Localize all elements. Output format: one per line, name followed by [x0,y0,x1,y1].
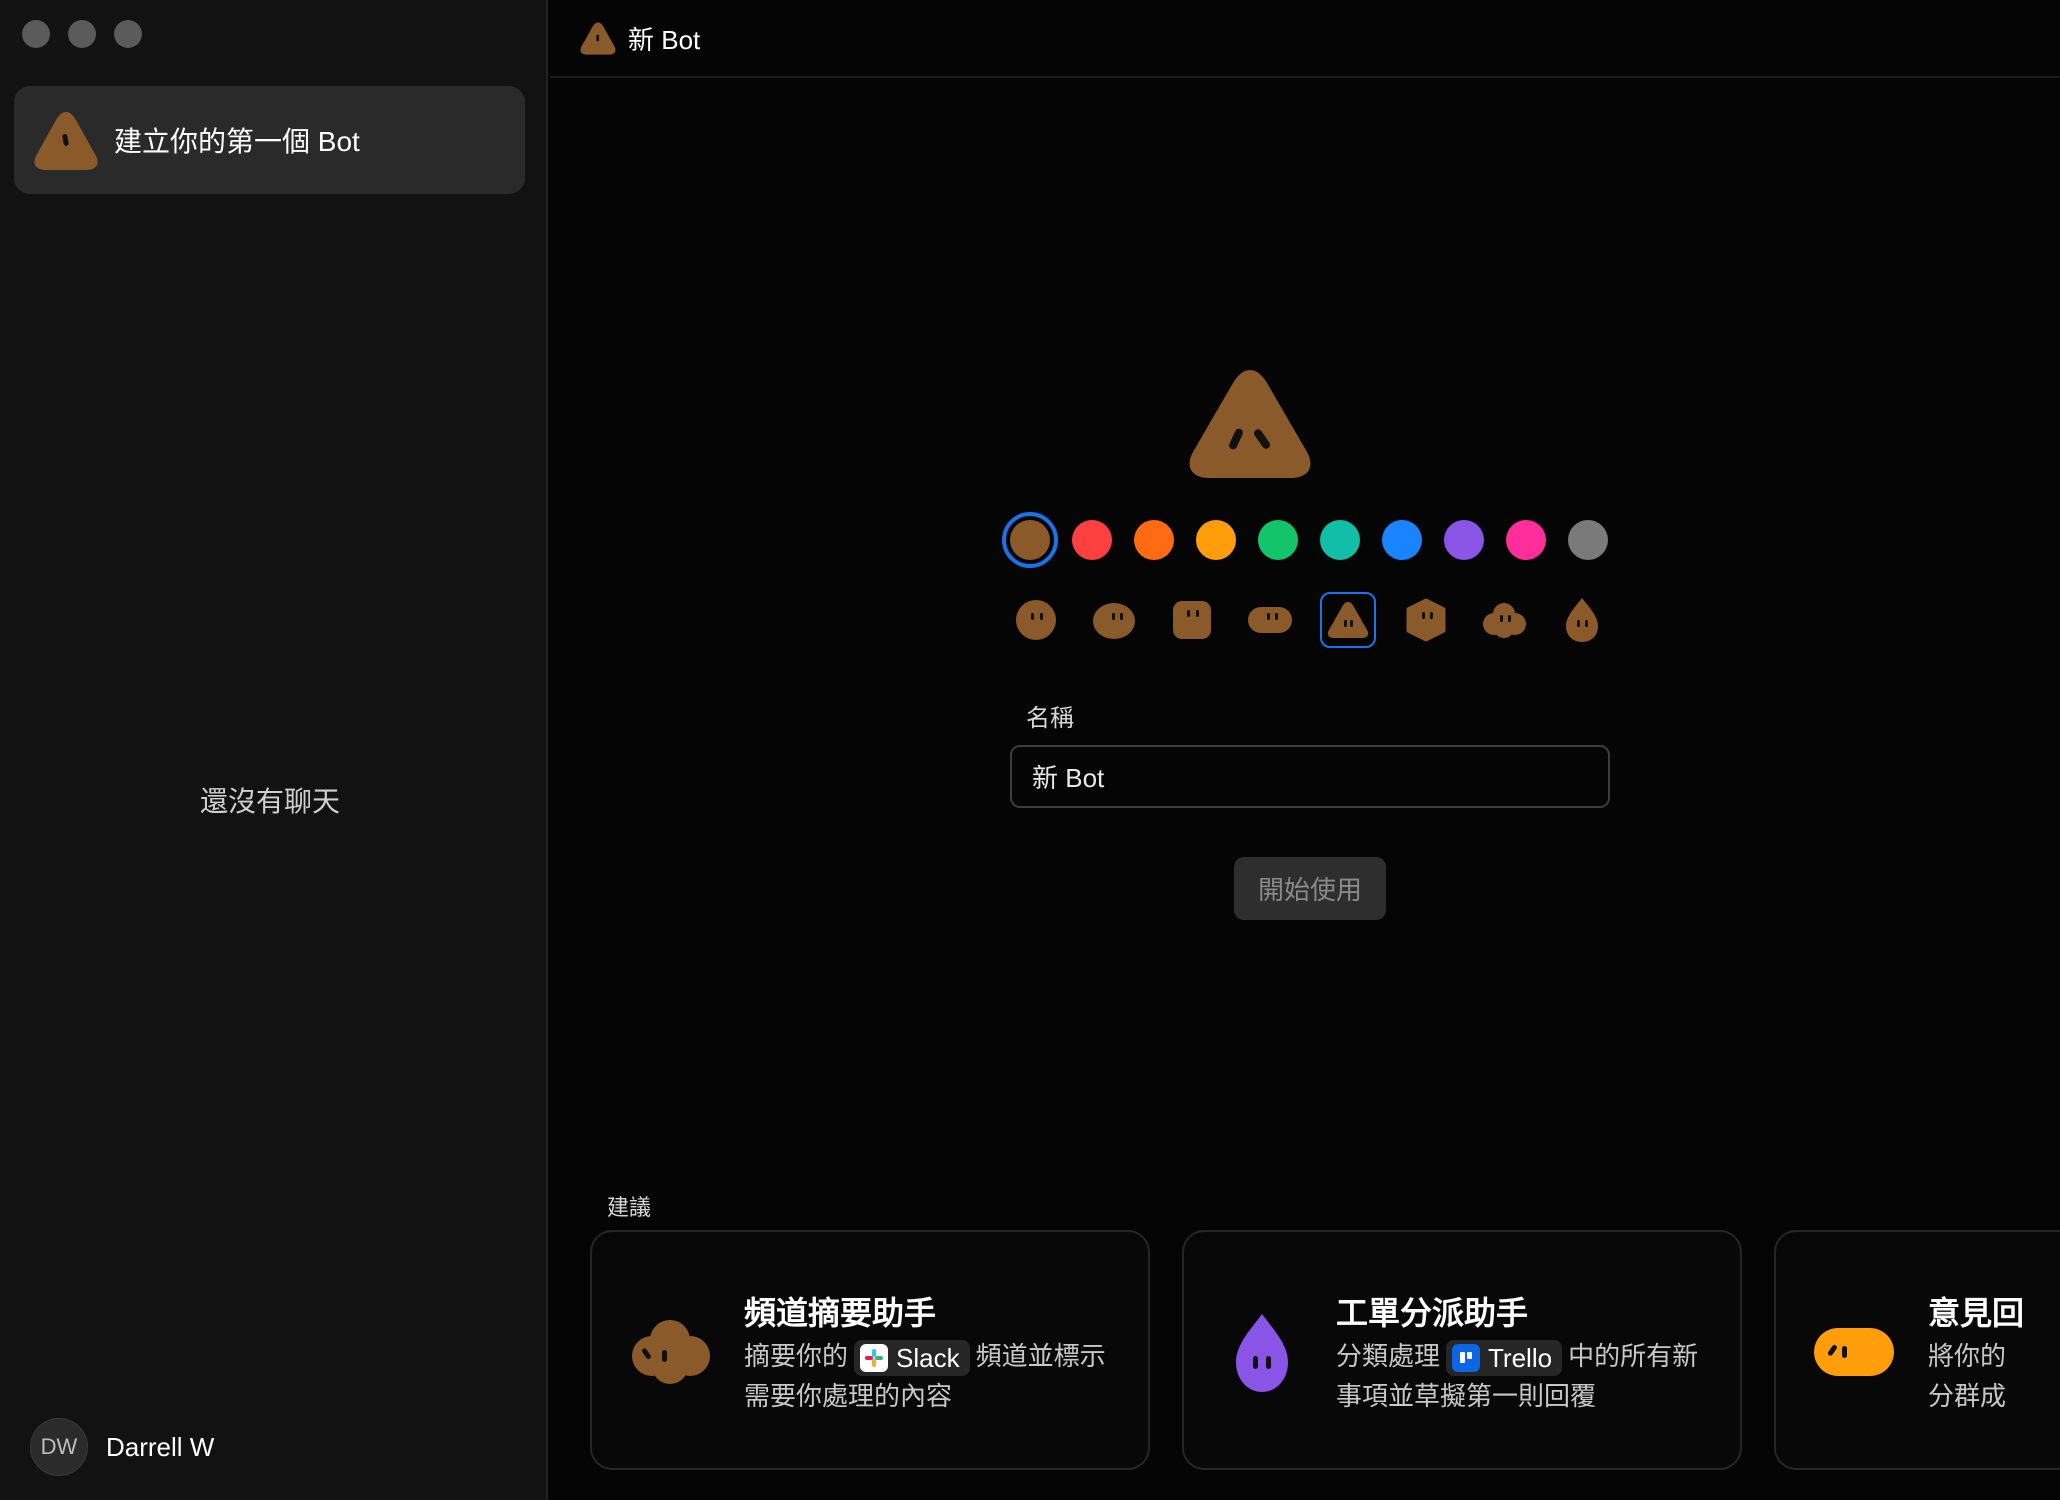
card-desc-start: 將你的 [1928,1341,2007,1371]
color-swatch-gray[interactable] [1560,512,1616,568]
color-dot [1506,520,1546,560]
shape-triangle-option[interactable] [1320,592,1376,648]
shape-pill-option[interactable] [1242,592,1298,648]
avatar: DW [30,1418,88,1476]
card-description: 分類處理 Trello 中的所有新事項並草擬第一則回覆 [1336,1336,1716,1416]
card-description: 將你的 分群成 [1928,1336,2060,1416]
color-picker [1002,512,1616,568]
shape-square-option[interactable] [1164,592,1220,648]
color-dot [1196,520,1236,560]
shape-circle-option[interactable] [1008,592,1064,648]
sidebar: 建立你的第一個 Bot 還沒有聊天 DW Darrell W [0,0,548,1500]
slack-pill: Slack [854,1340,970,1377]
color-dot [1568,520,1608,560]
trello-pill: Trello [1446,1340,1563,1377]
pill-bot-icon [1248,607,1292,633]
color-swatch-amber[interactable] [1188,512,1244,568]
triangle-bot-icon [580,22,616,55]
user-name: Darrell W [106,1431,215,1462]
color-dot [1072,520,1112,560]
color-dot [1134,520,1174,560]
create-first-bot-item[interactable]: 建立你的第一個 Bot [14,86,525,194]
start-button[interactable]: 開始使用 [1234,857,1386,920]
chat-item-label: 建立你的第一個 Bot [114,126,360,157]
color-swatch-green[interactable] [1250,512,1306,568]
window-controls [22,20,142,48]
header: 新 Bot [550,0,2060,78]
empty-chats-text: 還沒有聊天 [199,786,340,817]
suggestion-card-ticket-triage[interactable]: 工單分派助手 分類處理 Trello 中的所有新事項並草擬第一則回覆 [1182,1230,1742,1470]
card-desc-end: 分群成 [1928,1381,2007,1411]
card-title: 工單分派助手 [1336,1295,1529,1331]
color-swatch-brown[interactable] [1002,512,1058,568]
hexagon-bot-icon [1406,598,1446,642]
slack-label: Slack [896,1343,960,1374]
color-swatch-purple[interactable] [1436,512,1492,568]
suggestion-card-channel-summary[interactable]: 頻道摘要助手 摘要你的 Slack 頻道並標示需要你處理的內容 [590,1230,1150,1470]
shape-picker [1008,592,1610,648]
user-profile[interactable]: DW Darrell W [30,1418,214,1476]
page-title: 新 Bot [628,24,701,55]
color-swatch-blue[interactable] [1374,512,1430,568]
color-dot [1010,520,1050,560]
shape-hexagon-option[interactable] [1398,592,1454,648]
orange-pill-bot-icon [1814,1328,1894,1376]
shape-blob-option[interactable] [1086,592,1142,648]
cloud-bot-icon [1483,603,1526,638]
purple-drop-bot-icon [1236,1314,1288,1392]
card-description: 摘要你的 Slack 頻道並標示需要你處理的內容 [744,1336,1124,1416]
brown-cloud-bot-icon [632,1320,710,1384]
bot-avatar-preview [1189,370,1311,478]
close-window-button[interactable] [22,20,50,48]
card-title: 頻道摘要助手 [744,1295,937,1331]
suggestions-label: 建議 [607,1195,652,1220]
color-dot [1258,520,1298,560]
color-dot [1320,520,1360,560]
trello-label: Trello [1488,1343,1553,1374]
square-bot-icon [1173,601,1211,639]
color-dot [1382,520,1422,560]
circle-bot-icon [1016,600,1056,640]
color-swatch-orange[interactable] [1126,512,1182,568]
name-label: 名稱 [1026,705,1074,732]
card-desc-start: 分類處理 [1336,1341,1441,1371]
shape-drop-option[interactable] [1554,592,1610,648]
drop-bot-icon [1566,598,1598,642]
card-title: 意見回 [1928,1295,2025,1331]
bot-name-input[interactable] [1010,745,1610,808]
color-dot [1444,520,1484,560]
trello-icon [1452,1344,1481,1373]
minimize-window-button[interactable] [68,20,96,48]
shape-cloud-option[interactable] [1476,592,1532,648]
zoom-window-button[interactable] [114,20,142,48]
card-desc-start: 摘要你的 [744,1341,849,1371]
slack-icon [860,1344,889,1373]
suggestion-cards: 頻道摘要助手 摘要你的 Slack 頻道並標示需要你處理的內容 工單分派助手 分類處… [590,1230,2060,1470]
color-swatch-teal[interactable] [1312,512,1368,568]
color-swatch-red[interactable] [1064,512,1120,568]
triangle-bot-icon [1327,602,1369,638]
color-swatch-pink[interactable] [1498,512,1554,568]
triangle-bot-icon [34,112,98,170]
suggestion-card-feedback[interactable]: 意見回 將你的分群成 [1774,1230,2060,1470]
blob-bot-icon [1093,603,1135,639]
